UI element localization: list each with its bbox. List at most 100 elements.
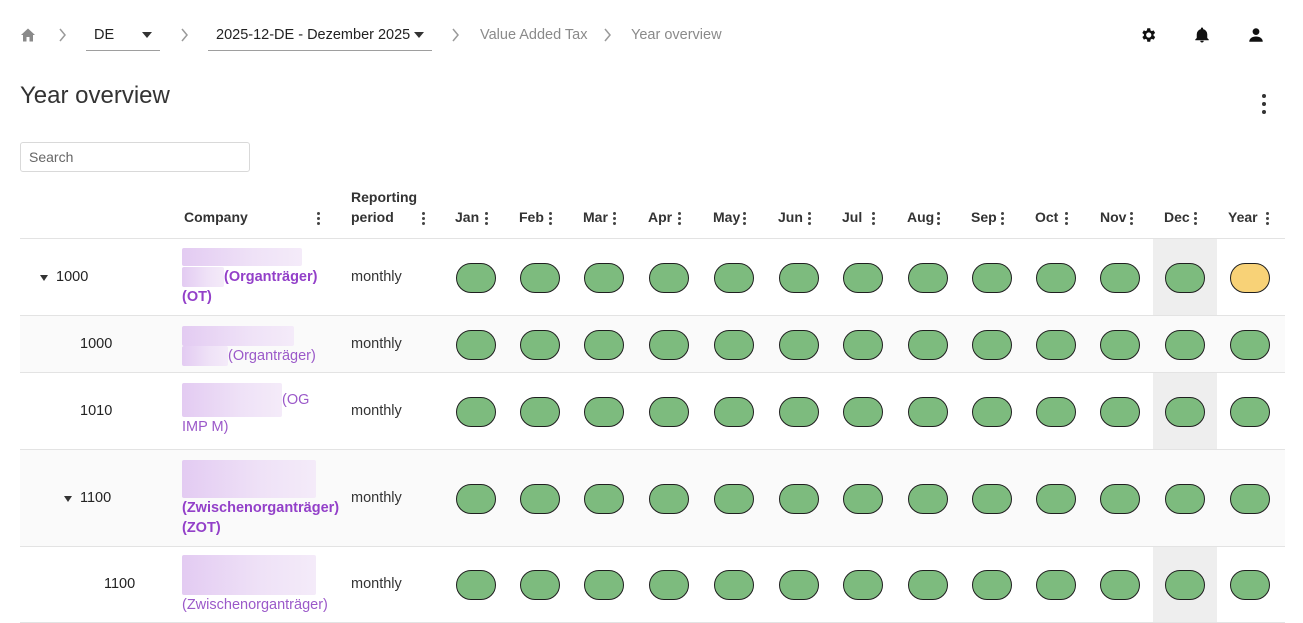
column-menu-icon[interactable] [808,212,812,226]
status-pill-nov[interactable] [1100,483,1140,514]
status-pill-may[interactable] [714,396,754,427]
status-pill-year[interactable] [1230,396,1270,427]
status-pill-jan[interactable] [456,262,496,293]
column-menu-icon[interactable] [1266,212,1270,226]
table-row[interactable]: 1100 (Zwischenorganträger) (ZOT) monthly [20,450,1285,547]
table-row[interactable]: 1010 (OG IMP M) monthly [20,373,1285,450]
bell-icon[interactable] [1193,26,1211,44]
column-menu-icon[interactable] [872,212,876,226]
status-pill-feb[interactable] [520,570,560,600]
status-pill-year[interactable] [1230,483,1270,514]
status-pill-aug[interactable] [908,483,948,514]
status-pill-dec[interactable] [1165,329,1205,360]
more-vert-icon[interactable] [1254,90,1274,120]
status-pill-jul[interactable] [843,483,883,514]
status-pill-feb[interactable] [520,396,560,427]
expand-caret-icon[interactable] [40,274,48,281]
status-pill-dec[interactable] [1165,396,1205,427]
status-pill-sep[interactable] [972,262,1012,293]
column-menu-icon[interactable] [1130,212,1134,226]
status-pill-apr[interactable] [649,570,689,600]
company-name[interactable]: (OG IMP M) [182,383,332,437]
breadcrumb-vat-link[interactable]: Value Added Tax [480,27,588,43]
status-pill-oct[interactable] [1036,262,1076,293]
column-menu-icon[interactable] [317,212,321,226]
status-pill-jul[interactable] [843,329,883,360]
column-menu-icon[interactable] [1194,212,1198,226]
column-header-jan[interactable]: Jan [455,180,495,239]
column-header-company[interactable]: Company [184,180,329,239]
column-header-may[interactable]: May [713,180,753,239]
status-pill-apr[interactable] [649,329,689,360]
status-pill-mar[interactable] [584,570,624,600]
status-pill-jan[interactable] [456,329,496,360]
status-pill-aug[interactable] [908,262,948,293]
expand-caret-icon[interactable] [64,495,72,502]
company-name[interactable]: (Zwischenorganträger) [182,555,332,615]
company-name[interactable]: (Zwischenorganträger) (ZOT) [182,460,339,538]
status-pill-year[interactable] [1230,329,1270,360]
status-pill-jun[interactable] [779,329,819,360]
status-pill-year[interactable] [1230,570,1270,600]
status-pill-jul[interactable] [843,570,883,600]
column-header-mar[interactable]: Mar [583,180,623,239]
status-pill-year[interactable] [1230,262,1270,293]
column-header-jul[interactable]: Jul [842,180,882,239]
status-pill-mar[interactable] [584,262,624,293]
column-header-jun[interactable]: Jun [778,180,818,239]
user-icon[interactable] [1247,26,1265,44]
status-pill-sep[interactable] [972,329,1012,360]
status-pill-oct[interactable] [1036,570,1076,600]
status-pill-sep[interactable] [972,570,1012,600]
column-header-feb[interactable]: Feb [519,180,559,239]
column-menu-icon[interactable] [743,212,747,226]
status-pill-apr[interactable] [649,262,689,293]
search-input[interactable] [20,142,250,172]
status-pill-jun[interactable] [779,570,819,600]
status-pill-jun[interactable] [779,483,819,514]
table-row[interactable]: 1000 (Organträger) (OT) monthly [20,239,1285,316]
status-pill-may[interactable] [714,570,754,600]
status-pill-nov[interactable] [1100,329,1140,360]
column-header-sep[interactable]: Sep [971,180,1011,239]
status-pill-apr[interactable] [649,483,689,514]
status-pill-may[interactable] [714,483,754,514]
company-name[interactable]: (Organträger) (OT) [182,247,332,307]
period-select[interactable]: 2025-12-DE - Dezember 2025 [208,20,432,51]
status-pill-may[interactable] [714,329,754,360]
status-pill-apr[interactable] [649,396,689,427]
column-header-oct[interactable]: Oct [1035,180,1075,239]
column-menu-icon[interactable] [937,212,941,226]
column-menu-icon[interactable] [422,212,426,226]
column-menu-icon[interactable] [678,212,682,226]
column-header-nov[interactable]: Nov [1100,180,1140,239]
status-pill-dec[interactable] [1165,262,1205,293]
status-pill-aug[interactable] [908,396,948,427]
column-header-year[interactable]: Year [1228,180,1270,239]
column-header-aug[interactable]: Aug [907,180,947,239]
status-pill-nov[interactable] [1100,396,1140,427]
column-menu-icon[interactable] [485,212,489,226]
column-header-dec[interactable]: Dec [1164,180,1204,239]
status-pill-jun[interactable] [779,396,819,427]
column-menu-icon[interactable] [1001,212,1005,226]
status-pill-nov[interactable] [1100,262,1140,293]
status-pill-aug[interactable] [908,570,948,600]
status-pill-feb[interactable] [520,329,560,360]
status-pill-dec[interactable] [1165,570,1205,600]
status-pill-sep[interactable] [972,396,1012,427]
gear-icon[interactable] [1139,26,1157,44]
column-menu-icon[interactable] [613,212,617,226]
column-header-apr[interactable]: Apr [648,180,688,239]
home-icon[interactable] [20,27,36,43]
status-pill-may[interactable] [714,262,754,293]
status-pill-jan[interactable] [456,396,496,427]
table-row[interactable]: 1000 (Organträger) monthly [20,316,1285,373]
status-pill-jan[interactable] [456,570,496,600]
company-name[interactable]: (Organträger) [182,326,332,367]
status-pill-feb[interactable] [520,483,560,514]
status-pill-mar[interactable] [584,396,624,427]
column-menu-icon[interactable] [1065,212,1069,226]
status-pill-feb[interactable] [520,262,560,293]
status-pill-oct[interactable] [1036,329,1076,360]
